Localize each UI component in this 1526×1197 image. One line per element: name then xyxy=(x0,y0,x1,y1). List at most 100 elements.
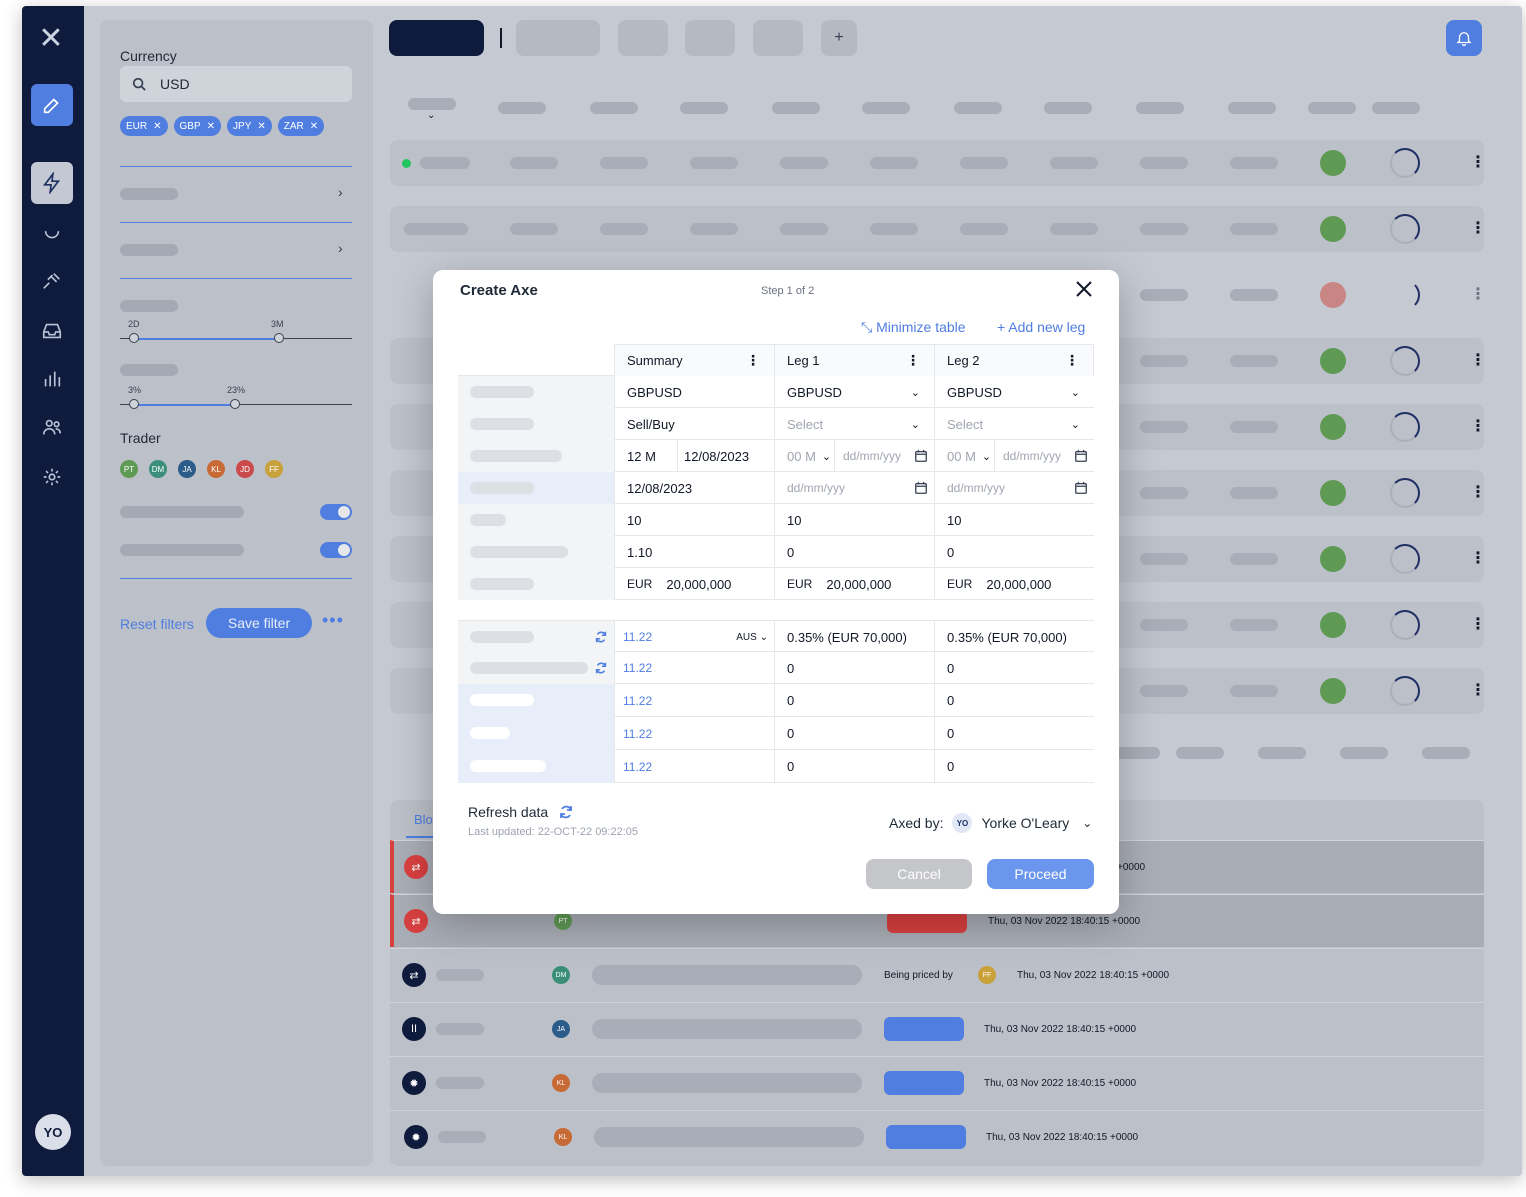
currency-chip[interactable]: GBP ✕ xyxy=(173,116,222,136)
inbox-nav-icon[interactable] xyxy=(31,310,73,352)
leg2-date-input[interactable]: dd/mm/yyy xyxy=(994,440,1094,472)
currency-label: Currency xyxy=(120,48,177,64)
column-menu-icon[interactable]: ⋮ xyxy=(906,352,920,369)
add-tab-button[interactable]: + xyxy=(821,20,857,56)
leg1-date-input[interactable]: dd/mm/yyy xyxy=(834,440,934,472)
currency-chip[interactable]: EUR ✕ xyxy=(120,116,168,136)
users-nav-icon[interactable] xyxy=(31,406,73,448)
leg2-tenor-select[interactable]: 00 M ⌄ xyxy=(934,440,994,472)
refresh-icon[interactable] xyxy=(594,661,608,675)
currency-search-input[interactable]: USD xyxy=(120,66,352,102)
close-icon[interactable]: ✕ xyxy=(153,121,161,132)
currency-chip[interactable]: JPY ✕ xyxy=(227,116,272,136)
minimize-table-link[interactable]: ⤡ Minimize table xyxy=(861,319,966,336)
close-icon[interactable]: ✕ xyxy=(207,121,215,132)
leg2-qty-input[interactable]: 10 xyxy=(934,504,1094,536)
row-menu-icon[interactable]: ⋮ xyxy=(1470,614,1486,634)
leg1-qty-input[interactable]: 10 xyxy=(774,504,934,536)
table-row[interactable]: ⋮ xyxy=(390,140,1486,186)
row-menu-icon[interactable]: ⋮ xyxy=(1470,680,1486,700)
row-menu-icon[interactable]: ⋮ xyxy=(1470,548,1486,568)
chart-nav-icon[interactable] xyxy=(31,358,73,400)
filter-toggle[interactable] xyxy=(320,542,352,558)
tab-placeholder[interactable] xyxy=(753,20,803,56)
row-menu-icon[interactable]: ⋮ xyxy=(1470,416,1486,436)
leg1-value-date-input[interactable]: dd/mm/yyy xyxy=(774,472,934,504)
percent-slider[interactable] xyxy=(120,399,352,409)
trader-avatar[interactable]: FF xyxy=(265,460,283,478)
calendar-icon[interactable] xyxy=(914,449,928,463)
refresh-data-button[interactable]: Refresh data xyxy=(468,804,574,820)
trader-avatar[interactable]: KL xyxy=(207,460,225,478)
trader-avatar[interactable]: DM xyxy=(149,460,167,478)
tab-blotter[interactable]: Blo xyxy=(414,812,433,827)
table-row[interactable]: ✹ KL Thu, 03 Nov 2022 18:40:15 +0000 xyxy=(390,1110,1484,1163)
row-menu-icon[interactable]: ⋮ xyxy=(1470,284,1486,304)
leg2-side-select[interactable]: Select ⌄ xyxy=(934,408,1094,440)
slider-handle-min[interactable] xyxy=(129,399,139,409)
filter-toggle[interactable] xyxy=(320,504,352,520)
currency-chip[interactable]: ZAR ✕ xyxy=(277,116,325,136)
label-placeholder xyxy=(470,546,568,558)
tenor-slider[interactable] xyxy=(120,333,352,343)
lightning-nav-icon[interactable] xyxy=(31,162,73,204)
leg1-pair-select[interactable]: GBPUSD ⌄ xyxy=(774,376,934,408)
slider-handle-max[interactable] xyxy=(230,399,240,409)
edit-nav-icon[interactable] xyxy=(31,84,73,126)
smile-nav-icon[interactable] xyxy=(31,212,73,254)
close-icon[interactable]: ✕ xyxy=(257,121,265,132)
row-menu-icon[interactable]: ⋮ xyxy=(1470,482,1486,502)
unit-select[interactable]: AUS ⌄ xyxy=(736,632,768,643)
column-menu-icon[interactable]: ⋮ xyxy=(1065,352,1079,369)
settings-nav-icon[interactable] xyxy=(31,456,73,498)
gavel-nav-icon[interactable] xyxy=(31,260,73,302)
tab-active[interactable] xyxy=(389,20,484,56)
close-icon[interactable]: ✕ xyxy=(310,121,318,132)
header-placeholder[interactable] xyxy=(408,98,456,110)
table-row[interactable]: II JA Thu, 03 Nov 2022 18:40:15 +0000 xyxy=(390,1002,1484,1055)
column-menu-icon[interactable]: ⋮ xyxy=(746,352,760,369)
leg1-rate-input[interactable]: 0 xyxy=(774,536,934,568)
slider-handle-max[interactable] xyxy=(274,333,284,343)
notifications-button[interactable] xyxy=(1446,20,1482,56)
leg2-value-date-input[interactable]: dd/mm/yyy xyxy=(934,472,1094,504)
leg1-side-select[interactable]: Select ⌄ xyxy=(774,408,934,440)
chevron-down-icon[interactable]: ⌄ xyxy=(427,110,435,121)
trader-avatars: PT DM JA KL JD FF xyxy=(120,460,283,478)
minimize-label: Minimize table xyxy=(876,319,966,335)
trader-avatar[interactable]: PT xyxy=(120,460,138,478)
leg1-tenor-select[interactable]: 00 M ⌄ xyxy=(774,440,834,472)
chevron-right-icon[interactable]: › xyxy=(338,184,343,200)
more-icon[interactable]: ••• xyxy=(322,610,344,631)
chevron-right-icon[interactable]: › xyxy=(338,240,343,256)
trader-avatar[interactable]: JD xyxy=(236,460,254,478)
leg2-rate-input[interactable]: 0 xyxy=(934,536,1094,568)
leg2-notional-input[interactable]: EUR 20,000,000 xyxy=(934,568,1094,600)
row-menu-icon[interactable]: ⋮ xyxy=(1470,152,1486,172)
summary-price: 11.22 AUS ⌄ xyxy=(614,621,774,653)
leg2-pair-select[interactable]: GBPUSD ⌄ xyxy=(934,376,1094,408)
save-filter-button[interactable]: Save filter xyxy=(206,608,312,638)
tab-placeholder[interactable] xyxy=(516,20,600,56)
proceed-button[interactable]: Proceed xyxy=(987,859,1094,889)
calendar-icon[interactable] xyxy=(1074,449,1088,463)
trader-avatar[interactable]: JA xyxy=(178,460,196,478)
calendar-icon[interactable] xyxy=(1074,481,1088,495)
tab-placeholder[interactable] xyxy=(685,20,735,56)
table-row[interactable]: ✹ KL Thu, 03 Nov 2022 18:40:15 +0000 xyxy=(390,1056,1484,1109)
add-leg-link[interactable]: + Add new leg xyxy=(997,319,1085,335)
slider-handle-min[interactable] xyxy=(129,333,139,343)
leg1-notional-input[interactable]: EUR 20,000,000 xyxy=(774,568,934,600)
reset-filters-link[interactable]: Reset filters xyxy=(120,616,194,632)
close-button[interactable] xyxy=(1075,280,1095,300)
tab-placeholder[interactable] xyxy=(618,20,668,56)
refresh-icon[interactable] xyxy=(594,630,608,644)
axed-by-select[interactable]: Axed by: YO Yorke O'Leary ⌄ xyxy=(889,813,1092,833)
user-avatar[interactable]: YO xyxy=(35,1114,71,1150)
table-row[interactable]: ⋮ xyxy=(390,206,1486,252)
calendar-icon[interactable] xyxy=(914,481,928,495)
cancel-button[interactable]: Cancel xyxy=(866,859,972,889)
row-menu-icon[interactable]: ⋮ xyxy=(1470,350,1486,370)
row-menu-icon[interactable]: ⋮ xyxy=(1470,218,1486,238)
table-row[interactable]: ⇄ DM Being priced by FF Thu, 03 Nov 2022… xyxy=(390,948,1484,1001)
